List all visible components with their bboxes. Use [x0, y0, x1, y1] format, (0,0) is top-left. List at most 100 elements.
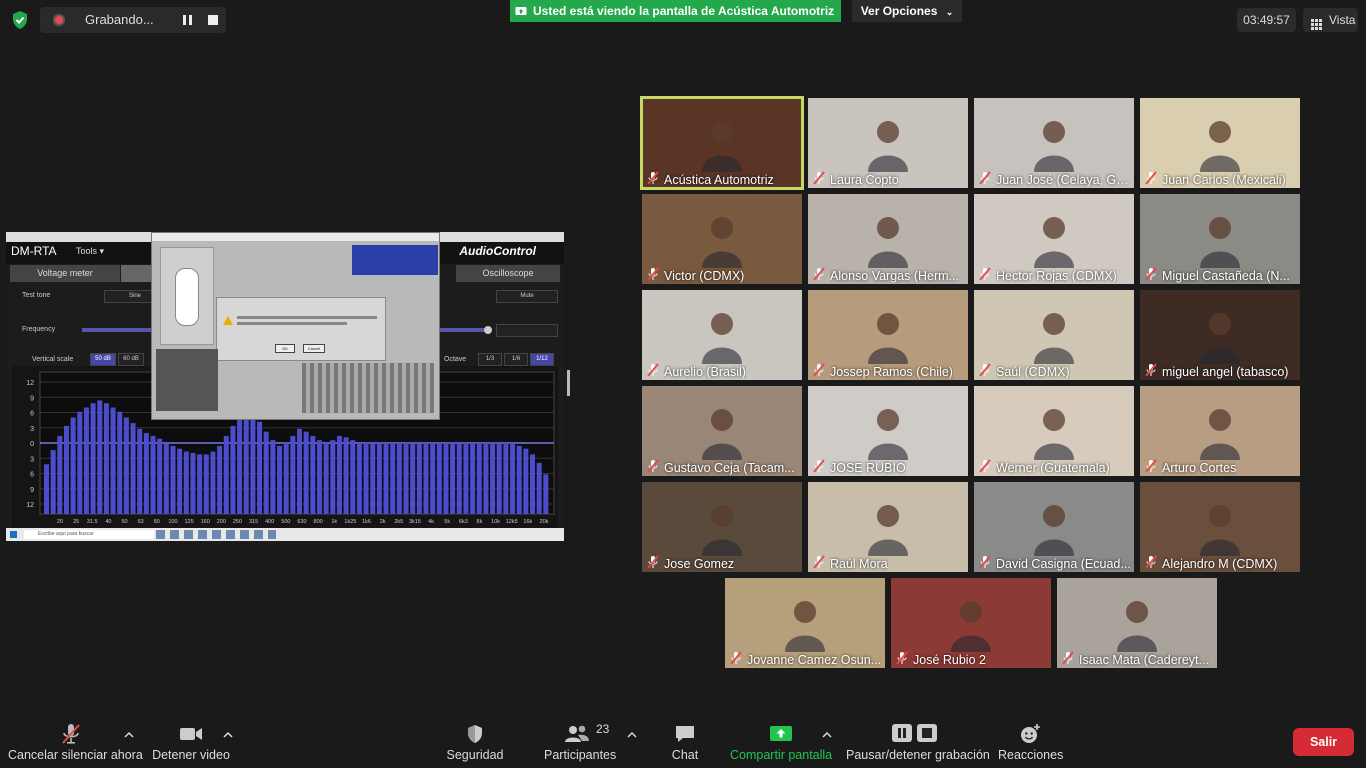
microphone-muted-icon	[647, 267, 659, 281]
participant-tile[interactable]: Isaac Mata (Cadereyt...	[1057, 578, 1217, 668]
participant-video-icon	[1200, 409, 1240, 460]
audio-options-chevron-icon[interactable]	[124, 726, 134, 738]
dialog-cancel-button[interactable]: Cancel	[303, 344, 325, 353]
participants-chevron-icon[interactable]	[627, 726, 637, 738]
participant-tile[interactable]: Jose Gomez	[642, 482, 802, 572]
octave-1-6-button[interactable]: 1/6	[504, 353, 528, 366]
share-screen-button[interactable]: Compartir pantalla	[730, 718, 832, 766]
tab-voltage-meter[interactable]: Voltage meter	[10, 265, 120, 282]
rta-app-title: DM-RTA	[11, 244, 57, 258]
spectrum-bar	[330, 440, 336, 514]
view-options-label: Ver Opciones	[860, 4, 938, 18]
leave-meeting-button[interactable]: Salir	[1293, 728, 1354, 756]
pause-stop-recording-button[interactable]: Pausar/detener grabación	[846, 718, 990, 766]
share-options-chevron-icon[interactable]	[822, 726, 832, 738]
participant-tile[interactable]: Juan Carlos (Mexicali)	[1140, 98, 1300, 188]
spectrum-bar	[450, 443, 456, 514]
stop-recording-icon[interactable]	[208, 15, 218, 25]
participant-tile[interactable]: Hector Rojas (CDMX)	[974, 194, 1134, 284]
y-tick-label: 6	[30, 411, 34, 418]
x-tick-label: 12k5	[506, 519, 518, 525]
eq-sliders[interactable]	[302, 363, 434, 413]
participant-tile[interactable]: Jovanne Camez Osun...	[725, 578, 885, 668]
participant-tile[interactable]: Gustavo Ceja (Tacam...	[642, 386, 802, 476]
share-divider-handle[interactable]	[567, 370, 570, 396]
spectrum-bar	[97, 400, 103, 514]
stop-video-button[interactable]: Detener video	[150, 718, 232, 766]
participant-tile[interactable]: Jossep Ramos (Chile)	[808, 290, 968, 380]
settings-dialog[interactable]: OK Cancel	[151, 232, 440, 420]
meeting-timer: 03:49:57	[1237, 8, 1296, 32]
view-button[interactable]: Vista	[1303, 8, 1358, 32]
participants-button[interactable]: 23 Participantes	[544, 718, 616, 766]
frequency-slider[interactable]	[82, 328, 152, 332]
recording-status: Grabando...	[85, 12, 154, 27]
x-tick-label: 6k3	[459, 519, 468, 525]
dialog-ok-button[interactable]: OK	[275, 344, 295, 353]
participant-video-icon	[702, 409, 742, 460]
chat-bubble-icon	[673, 723, 697, 745]
spectrum-bar	[363, 443, 369, 514]
spectrum-bar	[323, 443, 329, 514]
participant-tile[interactable]: miguel angel (tabasco)	[1140, 290, 1300, 380]
participant-video-icon	[785, 601, 825, 652]
participant-tile[interactable]: Juan José (Celaya, Gto...	[974, 98, 1134, 188]
participant-tile[interactable]: David Casigna (Ecuad...	[974, 482, 1134, 572]
participants-label: Participantes	[544, 748, 617, 762]
x-tick-label: 1k6	[362, 519, 371, 525]
taskbar-apps[interactable]	[156, 530, 276, 539]
video-options-chevron-icon[interactable]	[223, 726, 233, 738]
participant-tile[interactable]: Werner (Guatemala)	[974, 386, 1134, 476]
participant-tile[interactable]: Aurelio (Brasil)	[642, 290, 802, 380]
octave-1-3-button[interactable]: 1/3	[478, 353, 502, 366]
spectrum-bar	[483, 443, 489, 514]
participant-tile[interactable]: JOSE RUBIO	[808, 386, 968, 476]
rta-tools-menu[interactable]: Tools ▾	[76, 246, 104, 257]
chat-button[interactable]: Chat	[664, 718, 706, 766]
spectrum-bar	[217, 445, 223, 514]
participant-name: Alejandro M (CDMX)	[1162, 557, 1278, 571]
reactions-button[interactable]: Reacciones	[998, 718, 1063, 766]
octave-1-12-button[interactable]: 1/12	[530, 353, 554, 366]
pause-stop-recording-label: Pausar/detener grabación	[846, 748, 990, 762]
security-shield-icon[interactable]	[8, 8, 32, 32]
security-button[interactable]: Seguridad	[444, 718, 506, 766]
car-icon	[175, 268, 199, 326]
unmute-button[interactable]: Cancelar silenciar ahora	[8, 718, 143, 766]
participant-tile[interactable]: José Rubio 2	[891, 578, 1051, 668]
participant-tile[interactable]: Alonso Vargas (Herm...	[808, 194, 968, 284]
spectrum-bar	[243, 411, 249, 514]
pause-recording-icon[interactable]	[181, 13, 195, 27]
spectrum-bar	[277, 445, 283, 514]
participant-tile[interactable]: Acústica Automotriz	[640, 96, 804, 190]
spectrum-bar	[350, 440, 356, 514]
frequency-value[interactable]	[496, 324, 558, 337]
mute-button[interactable]: Mute	[496, 290, 558, 303]
windows-start-icon[interactable]	[10, 531, 17, 538]
participant-tile[interactable]: Raúl Mora	[808, 482, 968, 572]
spectrum-bar	[523, 448, 529, 514]
participant-tile[interactable]: Alejandro M (CDMX)	[1140, 482, 1300, 572]
participant-tile[interactable]: Arturo Cortes	[1140, 386, 1300, 476]
tab-oscilloscope[interactable]: Oscilloscope	[456, 265, 560, 282]
participant-tile[interactable]: Saúl (CDMX)	[974, 290, 1134, 380]
participant-video-icon	[868, 313, 908, 364]
scale-60db-button[interactable]: 60 dB	[118, 353, 144, 366]
slider-handle[interactable]	[484, 326, 492, 334]
spectrum-bar	[410, 443, 416, 514]
participant-name: Victor (CDMX)	[664, 269, 745, 283]
taskbar-search-input[interactable]: Escribe aquí para buscar	[24, 530, 154, 539]
spectrum-bar	[110, 407, 116, 514]
participant-tile[interactable]: Laura Copto	[808, 98, 968, 188]
frequency-slider-right[interactable]	[438, 328, 490, 332]
preset-list[interactable]	[156, 349, 218, 411]
view-options-button[interactable]: Ver Opciones ⌄	[852, 0, 962, 22]
participant-name: Jossep Ramos (Chile)	[830, 365, 953, 379]
shared-screen[interactable]: DM-RTA Tools ▾ AudioControl Voltage mete…	[6, 232, 564, 541]
scale-50db-button[interactable]: 50 dB	[90, 353, 116, 366]
x-tick-label: 400	[265, 519, 274, 525]
participant-tile[interactable]: Victor (CDMX)	[642, 194, 802, 284]
confirm-dialog[interactable]: OK Cancel	[216, 297, 386, 361]
tab-active[interactable]	[121, 265, 151, 282]
participant-tile[interactable]: Miguel Castañeda (N...	[1140, 194, 1300, 284]
